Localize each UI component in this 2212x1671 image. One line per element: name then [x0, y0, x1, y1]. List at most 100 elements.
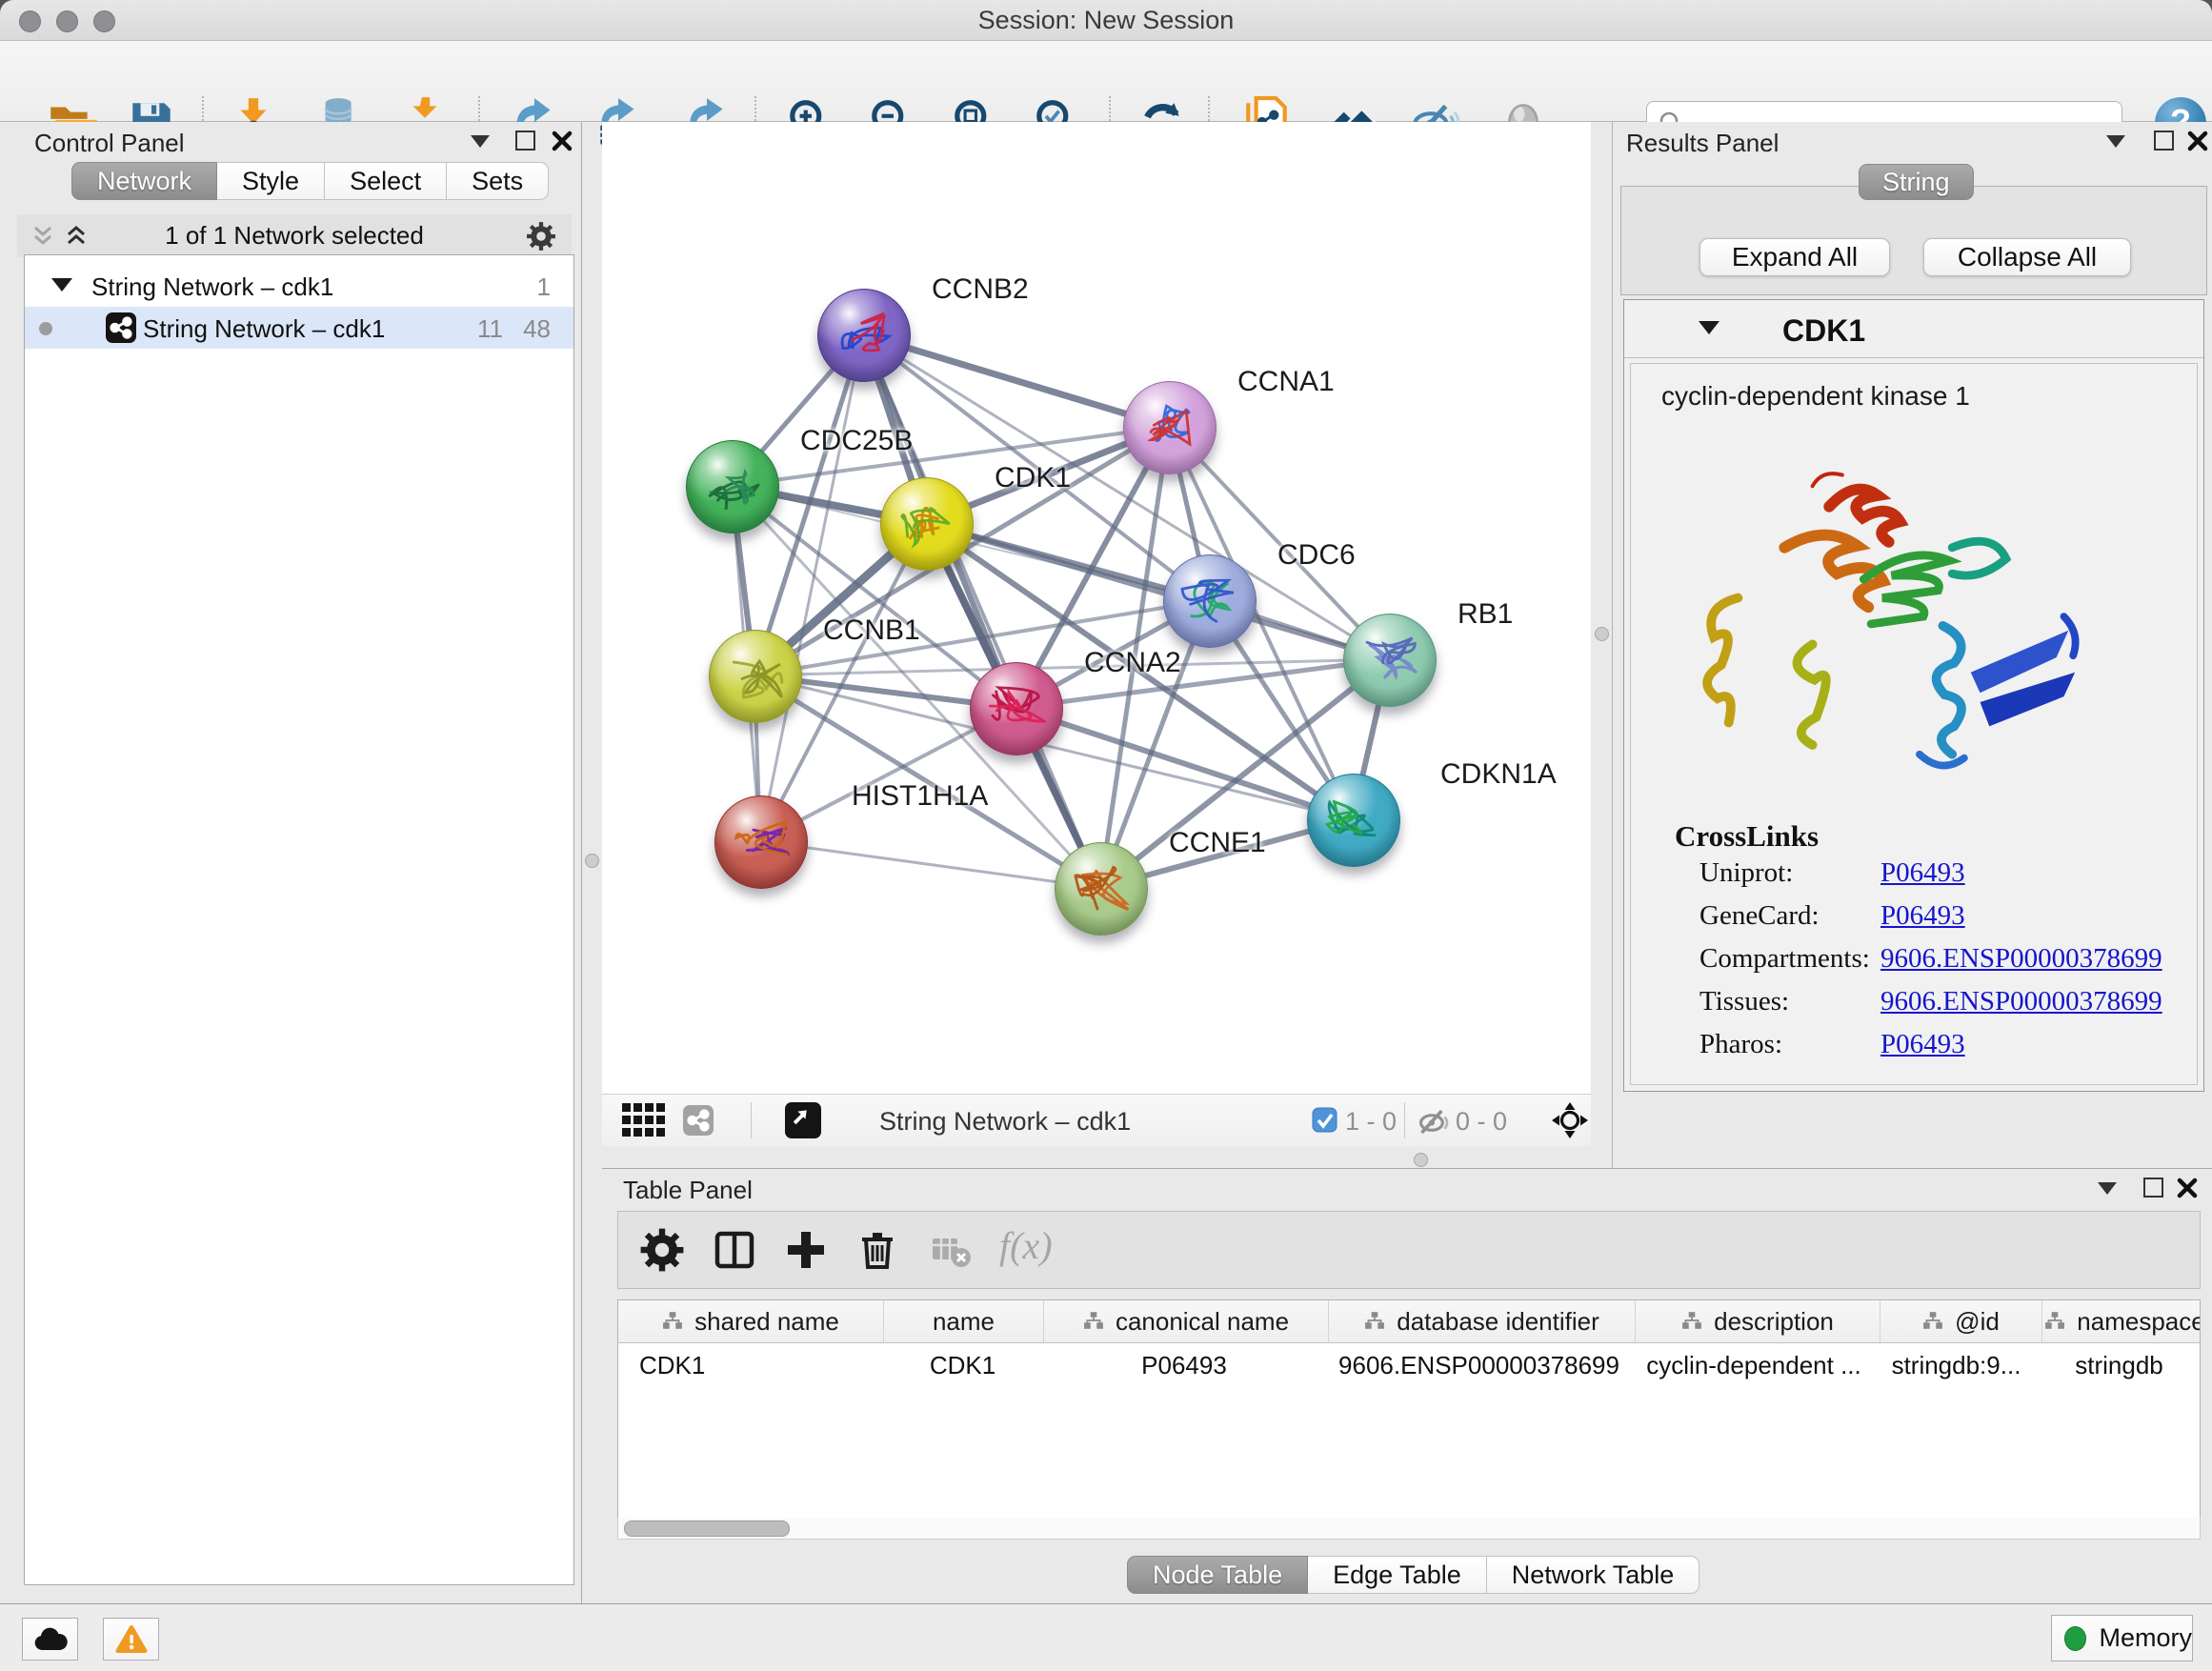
network-node-CCNA1[interactable]	[1123, 381, 1217, 474]
network-node-RB1[interactable]	[1343, 614, 1437, 707]
expand-all-button[interactable]: Expand All	[1699, 238, 1890, 276]
selected-counts: 1 - 0	[1345, 1107, 1397, 1137]
fit-content-icon[interactable]	[1551, 1101, 1589, 1139]
disclosure-triangle-icon[interactable]	[51, 278, 72, 292]
share-network-icon[interactable]	[683, 1105, 714, 1136]
network-edge[interactable]	[863, 334, 1169, 427]
crosslink-row: GeneCard:P06493	[1699, 900, 2176, 942]
memory-status-dot	[2064, 1626, 2086, 1651]
network-node-CDC6[interactable]	[1163, 554, 1257, 648]
crosslink-pharos-link[interactable]: P06493	[1880, 1029, 1965, 1060]
network-node-CCNB2[interactable]	[817, 289, 911, 382]
panel-menu-icon[interactable]	[2098, 1182, 2117, 1195]
memory-button[interactable]: Memory	[2051, 1615, 2193, 1661]
panel-float-icon[interactable]	[515, 131, 535, 151]
table-horizontal-scrollbar	[617, 1518, 2201, 1540]
main-toolbar: ?	[0, 41, 2212, 122]
hierarchy-icon	[1681, 1307, 1702, 1337]
crosslink-genecard-link[interactable]: P06493	[1880, 900, 1965, 932]
network-node-CCNB1[interactable]	[709, 630, 802, 723]
column-header-canonical-name[interactable]: canonical name	[1044, 1300, 1329, 1342]
grid-icon[interactable]	[622, 1103, 667, 1137]
network-node-CCNE1[interactable]	[1055, 842, 1148, 936]
tab-network[interactable]: Network	[71, 162, 217, 200]
scrollbar-thumb[interactable]	[624, 1520, 790, 1537]
network-row[interactable]: String Network – cdk1 11 48	[25, 307, 573, 349]
collapse-all-button[interactable]: Collapse All	[1923, 238, 2131, 276]
vertical-splitter-handle[interactable]	[1595, 627, 1609, 641]
tab-sets[interactable]: Sets	[447, 162, 549, 200]
network-node-count: 11	[477, 314, 503, 344]
tab-edge-table[interactable]: Edge Table	[1308, 1556, 1487, 1594]
node-table: shared namenamecanonical namedatabase id…	[617, 1299, 2201, 1520]
tab-style[interactable]: Style	[217, 162, 325, 200]
function-builder-icon: f(x)	[999, 1223, 1053, 1268]
network-node-CCNA2[interactable]	[970, 662, 1063, 755]
network-view-canvas[interactable]: CCNB2CCNA1CDC25BCDK1CDC6RB1CCNB1CCNA2CDK…	[602, 122, 1591, 1094]
network-node-label: RB1	[1458, 598, 1513, 631]
gear-icon[interactable]	[526, 221, 556, 252]
network-node-CDKN1A[interactable]	[1307, 774, 1400, 867]
table-header-row: shared namenamecanonical namedatabase id…	[618, 1300, 2200, 1343]
table-cell[interactable]: CDK1	[618, 1343, 883, 1387]
network-edge[interactable]	[760, 841, 1100, 888]
hierarchy-icon	[1364, 1307, 1385, 1337]
network-node-label: CDK1	[995, 462, 1071, 494]
panel-menu-icon[interactable]	[2106, 135, 2125, 148]
panel-float-icon[interactable]	[2154, 131, 2174, 151]
column-header-database-identifier[interactable]: database identifier	[1329, 1300, 1636, 1342]
network-node-label: HIST1H1A	[852, 780, 988, 813]
hierarchy-icon	[1922, 1307, 1943, 1337]
table-cell[interactable]: stringdb	[2037, 1343, 2201, 1387]
crosslink-uniprot-link[interactable]: P06493	[1880, 857, 1965, 889]
table-settings-gear-icon[interactable]	[639, 1227, 685, 1273]
column-header-description[interactable]: description	[1636, 1300, 1880, 1342]
vertical-splitter-handle[interactable]	[585, 854, 599, 868]
tab-string[interactable]: String	[1859, 164, 1974, 200]
crosslink-tissues-link[interactable]: 9606.ENSP00000378699	[1880, 986, 2162, 1017]
column-header-shared-name[interactable]: shared name	[618, 1300, 884, 1342]
panel-close-icon[interactable]	[2186, 130, 2209, 152]
hidden-eye-icon[interactable]	[1417, 1109, 1451, 1135]
crosslink-row: Tissues: 9606.ENSP00000378699	[1699, 986, 2176, 1028]
network-node-CDC25B[interactable]	[686, 440, 779, 534]
table-cell[interactable]: 9606.ENSP00000378699	[1326, 1343, 1632, 1387]
network-edges-layer	[602, 122, 1591, 1098]
panel-float-icon[interactable]	[2143, 1178, 2163, 1198]
panel-close-icon[interactable]	[2176, 1177, 2199, 1199]
add-column-icon[interactable]	[783, 1227, 829, 1273]
column-header--id[interactable]: @id	[1880, 1300, 2042, 1342]
table-cell[interactable]: CDK1	[883, 1343, 1042, 1387]
tab-select[interactable]: Select	[325, 162, 447, 200]
disclosure-triangle-icon[interactable]	[1699, 321, 1719, 334]
column-header-name[interactable]: name	[884, 1300, 1044, 1342]
result-entry-header[interactable]: CDK1	[1624, 300, 2203, 358]
titlebar: Session: New Session	[0, 0, 2212, 41]
table-cell[interactable]: cyclin-dependent ...	[1632, 1343, 1876, 1387]
crosslink-row: Compartments: 9606.ENSP00000378699	[1699, 943, 2176, 985]
table-cell[interactable]: P06493	[1042, 1343, 1326, 1387]
show-columns-icon[interactable]	[712, 1227, 757, 1273]
crosslink-label: Compartments:	[1699, 943, 1870, 975]
tab-node-table[interactable]: Node Table	[1127, 1556, 1308, 1594]
panel-close-icon[interactable]	[551, 130, 573, 152]
result-entry-name: CDK1	[1782, 313, 1865, 349]
crosslink-label: Tissues:	[1699, 986, 1789, 1017]
crosslink-compartments-link[interactable]: 9606.ENSP00000378699	[1880, 943, 2162, 975]
cloud-status-button[interactable]	[22, 1618, 78, 1661]
panel-menu-icon[interactable]	[471, 135, 490, 148]
network-edge-count: 48	[523, 314, 551, 344]
table-cell[interactable]: stringdb:9...	[1876, 1343, 2037, 1387]
birds-eye-view-icon[interactable]	[785, 1102, 821, 1138]
network-node-CDK1[interactable]	[880, 477, 974, 571]
selected-checkbox-icon[interactable]	[1312, 1107, 1337, 1133]
column-header-namespace[interactable]: namespace	[2042, 1300, 2201, 1342]
delete-column-icon[interactable]	[855, 1227, 900, 1273]
table-type-tabs: Node TableEdge TableNetwork Table	[1127, 1556, 1699, 1594]
horizontal-splitter-handle[interactable]	[1414, 1153, 1428, 1167]
network-node-HIST1H1A[interactable]	[714, 795, 808, 889]
tab-network-table[interactable]: Network Table	[1487, 1556, 1700, 1594]
crosslinks-heading: CrossLinks	[1675, 819, 1819, 854]
network-collection-row[interactable]: String Network – cdk1 1	[25, 265, 573, 307]
warning-status-button[interactable]	[103, 1618, 159, 1661]
